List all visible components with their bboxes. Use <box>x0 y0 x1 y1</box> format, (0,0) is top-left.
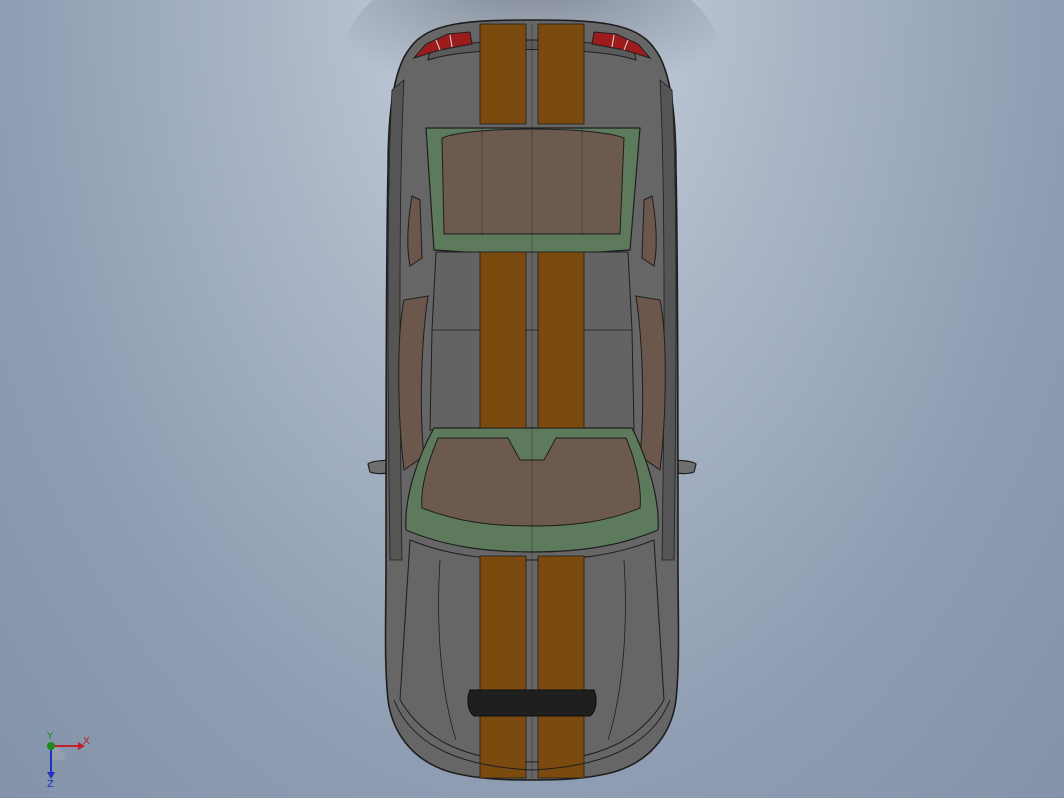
rear-window-glass[interactable] <box>441 128 625 235</box>
graphics-viewport[interactable]: X Y Z <box>0 0 1064 798</box>
y-axis-label: Y <box>46 731 54 742</box>
z-axis-arrow <box>47 772 55 779</box>
front-grille <box>467 689 597 717</box>
left-rear-quarter-window <box>407 195 423 267</box>
car-model[interactable] <box>0 0 1064 798</box>
z-axis-label: Z <box>47 779 54 788</box>
y-axis-dot <box>47 742 55 750</box>
orientation-triad: X Y Z <box>46 731 90 788</box>
right-rear-quarter-window <box>641 195 657 267</box>
x-axis-label: X <box>83 736 90 747</box>
